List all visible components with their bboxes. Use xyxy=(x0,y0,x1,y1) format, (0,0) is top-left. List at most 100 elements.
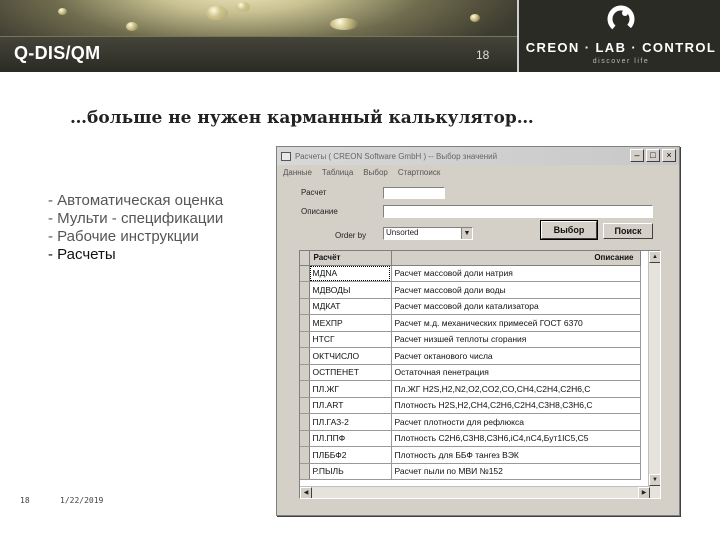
footer-page-number: 18 xyxy=(20,496,30,505)
window-title: Расчеты ( CREON Software GmbH ) -- Выбор… xyxy=(295,151,498,161)
column-header-calc[interactable]: Расчёт xyxy=(309,251,392,266)
cell-description[interactable]: Плотность H2S,H2,CH4,C2H6,C2H4,C3H8,C3H6… xyxy=(391,397,641,414)
row-selector[interactable] xyxy=(300,463,310,480)
decorative-drop xyxy=(470,14,480,22)
scroll-left-arrow-icon[interactable]: ◀ xyxy=(300,487,312,498)
cell-calc[interactable]: ПЛББФ2 xyxy=(309,446,392,464)
table-row[interactable]: НТСГ Расчет низшей теплоты сгорания xyxy=(300,331,641,348)
menu-item-data[interactable]: Данные xyxy=(283,168,312,177)
cell-description[interactable]: Плотность C2H6,C3H8,C3H6,iC4,nC4,Бут1IC5… xyxy=(391,430,641,447)
menu-bar: Данные Таблица Выбор Стартпоиск xyxy=(277,165,679,180)
cell-description[interactable]: Расчет м.д. механических примесей ГОСТ 6… xyxy=(391,314,641,332)
cell-calc[interactable]: ПЛ.ГАЗ-2 xyxy=(309,413,392,431)
table-row[interactable]: ПЛББФ2 Плотность для ББФ тангез ВЭК xyxy=(300,446,641,464)
row-selector[interactable] xyxy=(300,364,310,381)
scroll-down-arrow-icon[interactable]: ▼ xyxy=(649,474,660,486)
cell-description[interactable]: Плотность для ББФ тангез ВЭК xyxy=(391,446,641,464)
row-selector[interactable] xyxy=(300,314,310,332)
order-by-value: Unsorted xyxy=(386,228,419,237)
menu-item-select[interactable]: Выбор xyxy=(363,168,388,177)
cell-calc[interactable]: МДВОДЫ xyxy=(309,281,392,299)
table-row[interactable]: Р.ПЫЛЬ Расчет пыли по МВИ №152 xyxy=(300,463,641,480)
row-selector[interactable] xyxy=(300,298,310,315)
row-selector[interactable] xyxy=(300,265,310,282)
table-row[interactable]: МДВОДЫ Расчет массовой доли воды xyxy=(300,281,641,299)
cell-calc[interactable]: МДКАТ xyxy=(309,298,392,315)
cell-calc[interactable]: ОСТПЕНЕТ xyxy=(309,364,392,381)
cell-calc[interactable]: МЕХПР xyxy=(309,314,392,332)
cell-description[interactable]: Расчет массовой доли натрия xyxy=(391,265,641,282)
decorative-drop xyxy=(330,18,358,30)
cell-description[interactable]: Расчет низшей теплоты сгорания xyxy=(391,331,641,348)
cell-calc[interactable]: МДNA xyxy=(309,265,392,282)
table-row[interactable]: ПЛ.ЖГ Пл.ЖГ H2S,H2,N2,O2,CO2,CO,CH4,C2H4… xyxy=(300,380,641,398)
search-button[interactable]: Поиск xyxy=(603,223,653,239)
row-selector[interactable] xyxy=(300,413,310,431)
table-row[interactable]: ПЛ.ART Плотность H2S,H2,CH4,C2H6,C2H4,C3… xyxy=(300,397,641,414)
cell-description[interactable]: Расчет массовой доли воды xyxy=(391,281,641,299)
feature-item: - Автоматическая оценка xyxy=(48,192,224,209)
scroll-right-arrow-icon[interactable]: ▶ xyxy=(638,487,650,498)
feature-list: - Автоматическая оценка - Мульти - специ… xyxy=(48,192,268,264)
menu-item-start-search[interactable]: Стартпоиск xyxy=(398,168,441,177)
order-by-label: Order by xyxy=(335,231,367,240)
decorative-drop xyxy=(58,8,67,15)
window-titlebar[interactable]: Расчеты ( CREON Software GmbH ) -- Выбор… xyxy=(277,147,679,165)
table-row[interactable]: ПЛ.ППФ Плотность C2H6,C3H8,C3H6,iC4,nC4,… xyxy=(300,430,641,447)
cell-calc[interactable]: ПЛ.ART xyxy=(309,397,392,414)
decorative-drop xyxy=(126,22,138,31)
row-selector[interactable] xyxy=(300,446,310,464)
cell-description[interactable]: Расчет массовой доли катализатора xyxy=(391,298,641,315)
feature-item: - Мульти - спецификации xyxy=(48,210,224,227)
row-selector[interactable] xyxy=(300,430,310,447)
description-input[interactable] xyxy=(383,205,653,218)
table-row[interactable]: МДNA Расчет массовой доли натрия xyxy=(300,265,641,282)
feature-item-active: - Расчеты xyxy=(48,246,116,263)
calculations-window: Расчеты ( CREON Software GmbH ) -- Выбор… xyxy=(276,146,680,516)
cell-calc[interactable]: ПЛ.ППФ xyxy=(309,430,392,447)
select-button[interactable]: Выбор xyxy=(540,220,598,240)
close-button[interactable]: × xyxy=(662,149,676,162)
cell-calc[interactable]: ОКТЧИСЛО xyxy=(309,347,392,365)
menu-item-table[interactable]: Таблица xyxy=(322,168,353,177)
scroll-up-arrow-icon[interactable]: ▲ xyxy=(649,251,660,263)
table-row[interactable]: ОКТЧИСЛО Расчет октанового числа xyxy=(300,347,641,365)
cell-description[interactable]: Остаточная пенетрация xyxy=(391,364,641,381)
cell-calc[interactable]: Р.ПЫЛЬ xyxy=(309,463,392,480)
chevron-down-icon[interactable]: ▼ xyxy=(461,228,472,239)
vertical-scrollbar[interactable]: ▲ ▼ xyxy=(648,251,660,498)
row-selector[interactable] xyxy=(300,397,310,414)
product-title: Q-DIS/QM xyxy=(14,43,101,63)
feature-item: - Рабочие инструкции xyxy=(48,228,199,245)
calculations-grid: Расчёт Описание МДNA Расчет массовой дол… xyxy=(299,250,661,499)
column-header-description[interactable]: Описание xyxy=(391,251,641,266)
row-selector[interactable] xyxy=(300,380,310,398)
creon-logo-icon xyxy=(607,5,635,33)
cell-description[interactable]: Пл.ЖГ H2S,H2,N2,O2,CO2,CO,CH4,C2H4,C2H6,… xyxy=(391,380,641,398)
calc-label: Расчет xyxy=(301,188,327,197)
calc-input[interactable] xyxy=(383,187,445,199)
cell-calc[interactable]: ПЛ.ЖГ xyxy=(309,380,392,398)
maximize-button[interactable]: □ xyxy=(646,149,660,162)
table-row[interactable]: МДКАТ Расчет массовой доли катализатора xyxy=(300,298,641,315)
minimize-button[interactable]: – xyxy=(630,149,644,162)
cell-description[interactable]: Расчет плотности для рефлюкса xyxy=(391,413,641,431)
slide-subtitle: …больше не нужен карманный калькулятор… xyxy=(70,108,534,128)
cell-calc[interactable]: НТСГ xyxy=(309,331,392,348)
description-label: Описание xyxy=(301,207,338,216)
logo-tagline: discover life xyxy=(592,58,650,65)
row-selector[interactable] xyxy=(300,347,310,365)
table-row[interactable]: МЕХПР Расчет м.д. механических примесей … xyxy=(300,314,641,332)
logo-text: CREON · LAB · CONTROL xyxy=(525,40,717,55)
cell-description[interactable]: Расчет октанового числа xyxy=(391,347,641,365)
table-row[interactable]: ПЛ.ГАЗ-2 Расчет плотности для рефлюкса xyxy=(300,413,641,431)
table-row[interactable]: ОСТПЕНЕТ Остаточная пенетрация xyxy=(300,364,641,381)
order-by-select[interactable]: Unsorted ▼ xyxy=(383,227,473,240)
cell-description[interactable]: Расчет пыли по МВИ №152 xyxy=(391,463,641,480)
row-selector[interactable] xyxy=(300,281,310,299)
decorative-drop xyxy=(206,6,228,20)
footer-date: 1/22/2019 xyxy=(60,496,104,505)
decorative-drop xyxy=(236,2,250,12)
row-selector[interactable] xyxy=(300,331,310,348)
horizontal-scrollbar[interactable]: ◀ ▶ xyxy=(300,486,650,498)
